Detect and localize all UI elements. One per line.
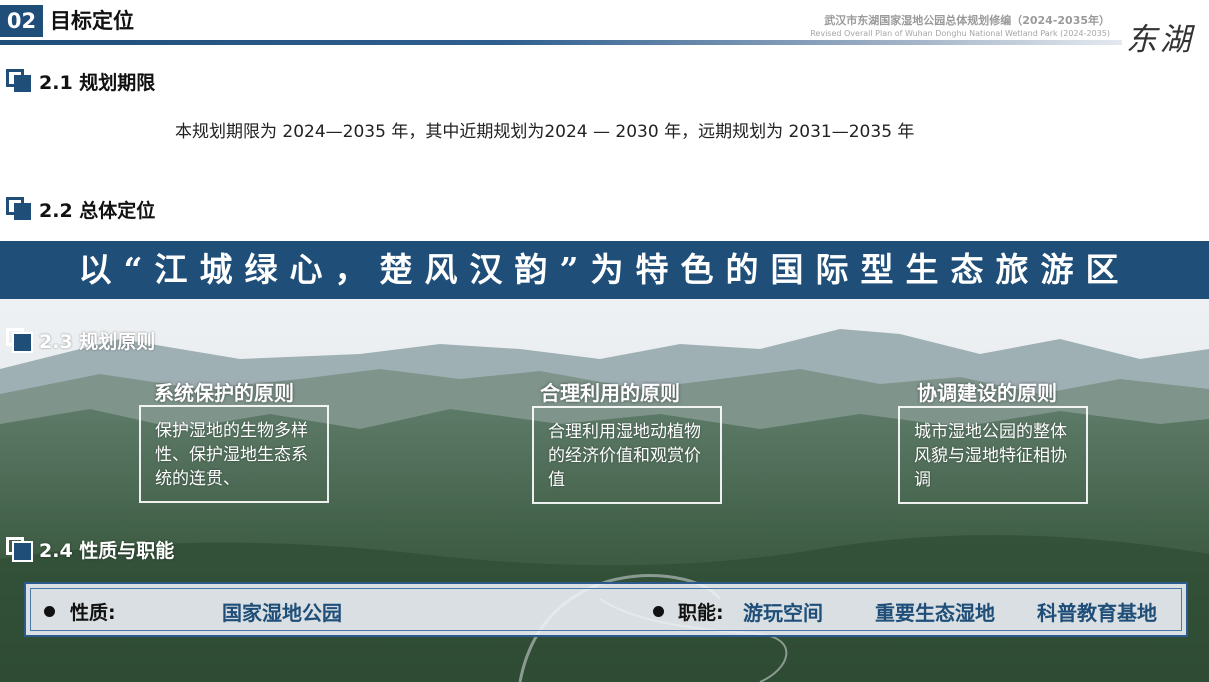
- function-item-3: 科普教育基地: [1037, 601, 1157, 625]
- function-label: 职能:: [678, 602, 724, 624]
- subsection-2-2-label: 2.2 总体定位: [39, 199, 156, 222]
- section-title: 目标定位: [50, 9, 134, 33]
- principle-text-protection: 保护湿地的生物多样性、保护湿地生态系统的连贯、: [155, 421, 308, 489]
- subsection-2-1-label: 2.1 规划期限: [39, 71, 156, 94]
- principle-text-utilization: 合理利用湿地动植物的经济价值和观赏价值: [548, 422, 701, 490]
- section-number: 02: [0, 5, 43, 37]
- subsection-2-4-label: 2.4 性质与职能: [39, 539, 175, 562]
- function-item-1: 游玩空间: [743, 601, 823, 625]
- header-divider: [0, 40, 1122, 45]
- principle-box-protection: 保护湿地的生物多样性、保护湿地生态系统的连贯、: [139, 405, 329, 503]
- bullet-dot-icon: [44, 606, 55, 617]
- principle-title-coordination: 协调建设的原则: [917, 381, 1057, 405]
- subsection-2-3-label: 2.3 规划原则: [39, 330, 156, 353]
- nature-label: 性质:: [70, 602, 116, 624]
- subsection-2-3-heading: 2.3 规划原则: [6, 325, 155, 355]
- principle-box-coordination: 城市湿地公园的整体风貌与湿地特征相协调: [898, 406, 1088, 504]
- planning-period-text: 本规划期限为 2024—2035 年，其中近期规划为2024 — 2030 年，…: [175, 122, 915, 142]
- principle-text-coordination: 城市湿地公园的整体风貌与湿地特征相协调: [914, 422, 1067, 490]
- subsection-2-4-heading: 2.4 性质与职能: [6, 534, 174, 564]
- principle-title-utilization: 合理利用的原则: [540, 381, 680, 405]
- square-bullet-icon: [6, 197, 33, 221]
- square-bullet-icon: [6, 69, 33, 93]
- subsection-2-2-heading: 2.2 总体定位: [6, 194, 155, 224]
- principle-title-protection: 系统保护的原则: [154, 381, 294, 405]
- donghu-logo: 东湖: [1126, 22, 1194, 58]
- function-item-2: 重要生态湿地: [875, 601, 995, 625]
- positioning-banner: 以“江城绿心，楚风汉韵”为特色的国际型生态旅游区: [0, 241, 1209, 299]
- nature-value: 国家湿地公园: [222, 601, 342, 625]
- principle-box-utilization: 合理利用湿地动植物的经济价值和观赏价值: [532, 406, 722, 504]
- square-bullet-icon: [6, 328, 33, 353]
- document-title-cn: 武汉市东湖国家湿地公园总体规划修编（2024-2035年）: [824, 14, 1110, 27]
- bullet-dot-icon: [653, 606, 664, 617]
- document-title-en: Revised Overall Plan of Wuhan Donghu Nat…: [810, 29, 1110, 38]
- subsection-2-1-heading: 2.1 规划期限: [6, 66, 155, 96]
- nature-function-bar: 性质: 国家湿地公园 职能: 游玩空间 重要生态湿地 科普教育基地: [24, 582, 1188, 637]
- square-bullet-icon: [6, 537, 33, 562]
